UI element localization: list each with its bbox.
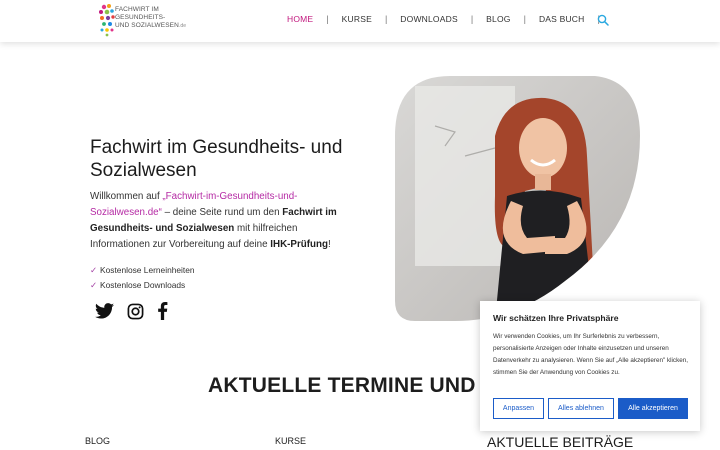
hero-title: Fachwirt im Gesundheits- und Sozialwesen [90, 137, 343, 181]
hero-intro: Willkommen auf „Fachwirt-im-Gesundheits-… [90, 189, 352, 253]
column-heading-kurse: KURSE [275, 436, 307, 446]
feature-label: Kostenlose Downloads [100, 279, 186, 290]
list-item: ✓ Kostenlose Downloads [90, 278, 195, 293]
nav-das-buch[interactable]: DAS BUCH [539, 14, 585, 24]
main-nav: HOME | KURSE | DOWNLOADS | BLOG | DAS BU… [287, 14, 613, 24]
list-item: ✓ Kostenlose Lerneinheiten [90, 263, 195, 278]
intro-text: Willkommen auf [90, 191, 163, 202]
logo-text: FACHWIRT IM GESUNDHEITS- UND SOZIALWESEN… [115, 6, 208, 30]
hero-photo [395, 76, 640, 321]
column-heading-beitraege: AKTUELLE BEITRÄGE [487, 434, 634, 450]
check-icon: ✓ [90, 279, 98, 290]
intro-text: ! [327, 239, 331, 250]
check-icon: ✓ [90, 265, 98, 275]
logo-mark-icon [99, 4, 115, 37]
cookie-text: Wir verwenden Cookies, um Ihr Surferlebn… [493, 333, 688, 376]
cookie-buttons: Anpassen Alles ablehnen Alle akzeptieren [493, 398, 692, 419]
twitter-icon[interactable] [95, 303, 114, 324]
feature-label: Kostenlose Lerneinheiten [100, 265, 195, 275]
nav-separator: | [326, 14, 329, 24]
logo-line2: UND SOZIALWESEN [115, 22, 179, 29]
site-header: FACHWIRT IM GESUNDHEITS- UND SOZIALWESEN… [0, 0, 720, 42]
site-logo[interactable]: FACHWIRT IM GESUNDHEITS- UND SOZIALWESEN… [98, 3, 208, 39]
feature-list: ✓ Kostenlose Lerneinheiten ✓ Kostenlose Do… [90, 263, 195, 292]
customize-button[interactable]: Anpassen [493, 398, 544, 419]
intro-bold-exam: IHK-Prüfung [270, 239, 328, 250]
logo-domain: .de [178, 23, 187, 29]
logo-line1: FACHWIRT IM GESUNDHEITS- [115, 6, 166, 21]
nav-separator: | [384, 14, 388, 24]
column-heading-blog: BLOG [85, 436, 111, 446]
facebook-icon[interactable] [157, 302, 168, 325]
cookie-title: Wir schätzen Ihre Privatsphäre [493, 313, 619, 323]
instagram-icon[interactable] [127, 303, 144, 325]
accept-all-button[interactable]: Alle akzeptieren [618, 398, 688, 419]
social-links [95, 302, 181, 325]
reject-all-button[interactable]: Alles ablehnen [548, 398, 614, 419]
search-icon[interactable] [597, 14, 609, 26]
nav-separator: | [523, 14, 526, 24]
cookie-banner: Wir schätzen Ihre Privatsphäre Wir verwe… [480, 301, 700, 431]
nav-kurse[interactable]: KURSE [342, 14, 372, 24]
nav-separator: | [470, 14, 474, 24]
nav-downloads[interactable]: DOWNLOADS [400, 14, 458, 24]
nav-blog[interactable]: BLOG [486, 14, 510, 24]
nav-home[interactable]: HOME [287, 14, 313, 24]
intro-text: – deine Seite rund um den [161, 207, 283, 218]
section-title: AKTUELLE TERMINE UND NE [208, 374, 512, 397]
